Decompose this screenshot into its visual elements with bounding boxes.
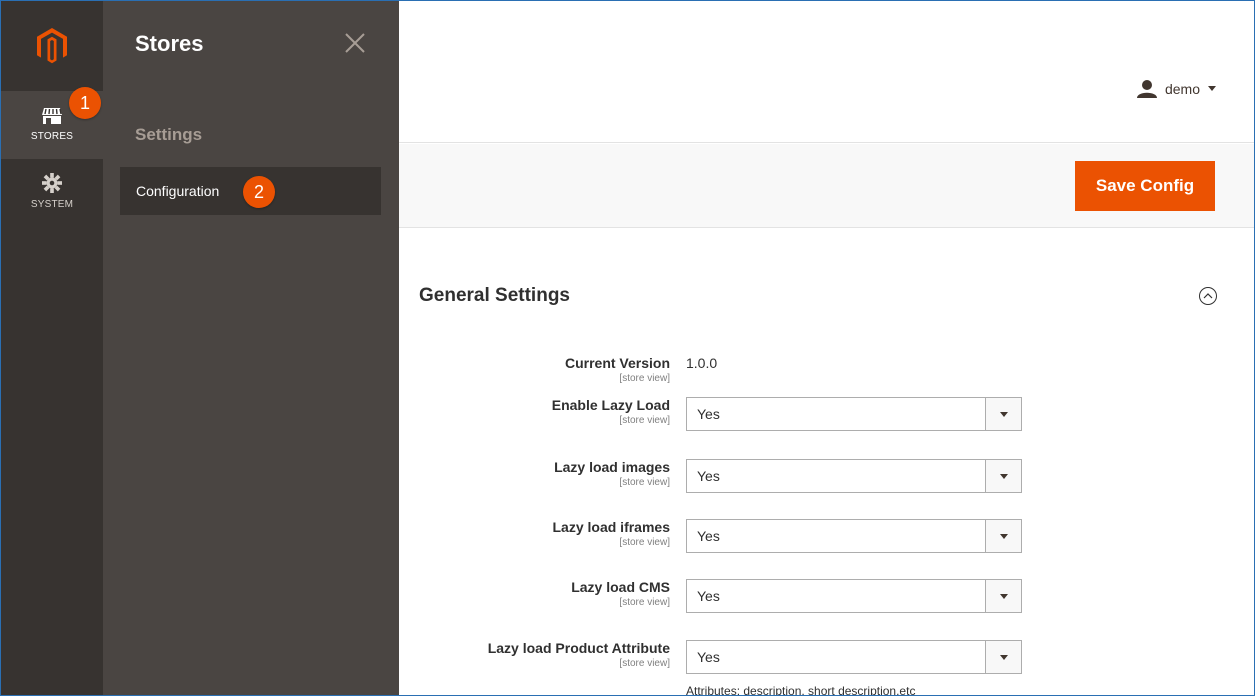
gear-icon — [42, 173, 62, 193]
magento-logo-icon — [37, 28, 67, 64]
chevron-down-icon — [1208, 86, 1216, 91]
field-scope: [store view] — [619, 477, 670, 488]
field-label: Current Version — [564, 355, 670, 371]
admin-menu-rail: STORES SYSTEM 1 — [1, 1, 103, 695]
admin-window: STORES SYSTEM 1 Stores Settings Configur… — [0, 0, 1255, 696]
field-scope: [store view] — [619, 415, 670, 426]
lazy-load-images-select[interactable]: Yes — [686, 459, 1022, 493]
lazy-load-iframes-select[interactable]: Yes — [686, 519, 1022, 553]
select-arrow[interactable] — [985, 580, 1021, 612]
field-note: Attributes: description, short descripti… — [686, 684, 916, 696]
select-arrow[interactable] — [985, 398, 1021, 430]
field-scope: [store view] — [619, 373, 670, 384]
rail-item-label: SYSTEM — [30, 199, 74, 210]
save-config-button[interactable]: Save Config — [1075, 161, 1215, 211]
user-menu[interactable]: demo — [1136, 80, 1216, 98]
flyout-title: Stores — [135, 31, 204, 56]
chevron-down-icon — [999, 411, 1008, 417]
chevron-down-icon — [999, 533, 1008, 539]
rail-item-label: STORES — [30, 131, 74, 142]
select-value: Yes — [697, 649, 720, 665]
magento-logo[interactable] — [1, 1, 103, 91]
select-value: Yes — [697, 588, 720, 604]
page-actions-bar: Save Config — [399, 144, 1254, 228]
rail-item-system[interactable]: SYSTEM — [1, 159, 103, 227]
stores-flyout-panel: Stores Settings Configuration 2 — [103, 1, 399, 695]
user-name: demo — [1164, 81, 1200, 97]
menu-item-label: Configuration — [136, 183, 220, 199]
field-value: 1.0.0 — [686, 355, 718, 371]
section-title[interactable]: General Settings — [419, 285, 570, 307]
field-label: Lazy load images — [554, 459, 670, 475]
select-arrow[interactable] — [985, 460, 1021, 492]
enable-lazy-load-select[interactable]: Yes — [686, 397, 1022, 431]
field-scope: [store view] — [619, 597, 670, 608]
lazy-load-cms-select[interactable]: Yes — [686, 579, 1022, 613]
field-label: Enable Lazy Load — [551, 397, 670, 413]
chevron-down-icon — [999, 593, 1008, 599]
select-value: Yes — [697, 406, 720, 422]
callout-badge-2: 2 — [243, 176, 275, 208]
page-header: demo — [399, 1, 1254, 143]
chevron-down-icon — [999, 473, 1008, 479]
select-arrow[interactable] — [985, 641, 1021, 673]
select-value: Yes — [697, 528, 720, 544]
field-scope: [store view] — [619, 537, 670, 548]
field-scope: [store view] — [619, 658, 670, 669]
close-icon[interactable] — [343, 31, 367, 55]
field-label: Lazy load Product Attribute — [487, 640, 670, 656]
chevron-down-icon — [999, 654, 1008, 660]
select-value: Yes — [697, 468, 720, 484]
field-label: Lazy load iframes — [552, 519, 671, 535]
callout-badge-1: 1 — [69, 87, 101, 119]
store-icon — [42, 108, 62, 124]
collapse-icon[interactable] — [1198, 286, 1218, 306]
field-label: Lazy load CMS — [571, 579, 670, 595]
lazy-load-product-attribute-select[interactable]: Yes — [686, 640, 1022, 674]
main-content: demo Save Config General Settings Curren… — [399, 1, 1254, 696]
flyout-section-title: Settings — [135, 125, 203, 144]
select-arrow[interactable] — [985, 520, 1021, 552]
user-icon — [1136, 80, 1157, 98]
